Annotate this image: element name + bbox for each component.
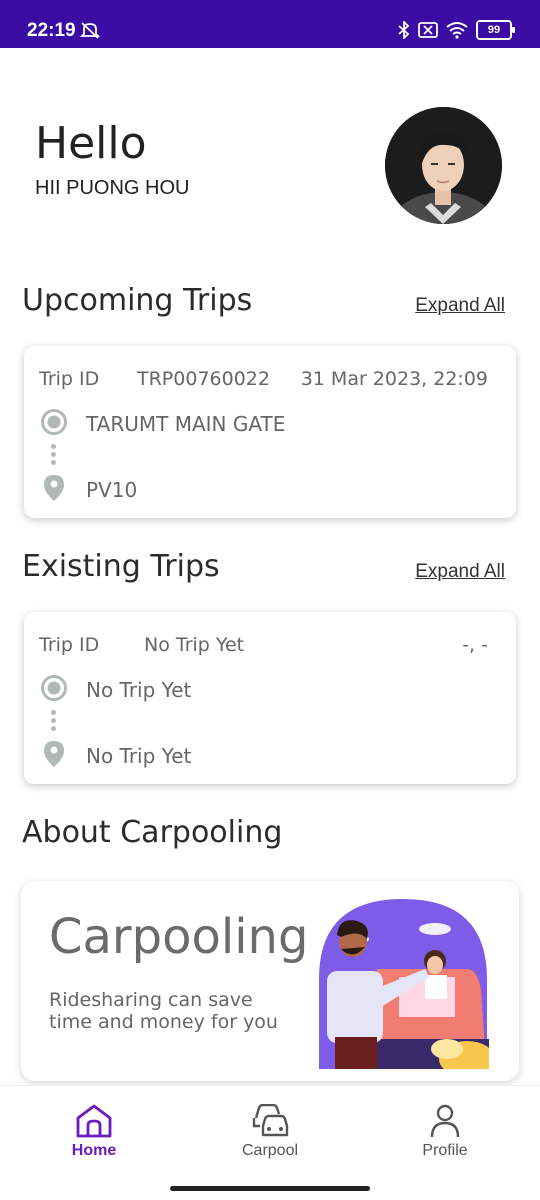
status-bar: 22:19 99 (0, 0, 540, 48)
nav-carpool[interactable]: Carpool (210, 1104, 330, 1160)
upcoming-trips-title: Upcoming Trips (22, 283, 253, 318)
battery-indicator: 99 (476, 20, 515, 40)
trip-id-label: Trip ID (39, 634, 100, 656)
sim-off-icon (418, 22, 438, 38)
bottom-navigation: Home Carpool Profile (0, 1085, 540, 1200)
trip-datetime: 31 Mar 2023, 22:09 (300, 368, 488, 390)
dropoff-location: PV10 (86, 478, 138, 502)
status-time: 22:19 (27, 20, 76, 41)
home-indicator[interactable] (170, 1186, 370, 1191)
existing-trip-card[interactable]: Trip ID No Trip Yet -, - No Trip Yet No … (24, 612, 516, 784)
home-icon (34, 1104, 154, 1138)
route-dots (51, 710, 57, 734)
avatar[interactable] (385, 107, 502, 224)
user-name: HII PUONG HOU (35, 177, 190, 199)
nav-profile-label: Profile (422, 1142, 468, 1159)
nav-home-label: Home (71, 1142, 117, 1159)
pickup-location: TARUMT MAIN GATE (86, 412, 286, 436)
bluetooth-icon (398, 21, 410, 39)
person-icon (385, 1104, 505, 1138)
pickup-location: No Trip Yet (86, 678, 192, 702)
mute-icon (79, 21, 101, 43)
upcoming-trip-card[interactable]: Trip ID TRP00760022 31 Mar 2023, 22:09 T… (24, 346, 516, 518)
upcoming-expand-all-link[interactable]: Expand All (415, 295, 505, 317)
trip-id-value: TRP00760022 (137, 368, 270, 390)
about-carpooling-title: About Carpooling (22, 815, 283, 850)
about-card-text: Ridesharing can save time and money for … (49, 989, 278, 1033)
nav-home[interactable]: Home (34, 1104, 154, 1160)
nav-profile[interactable]: Profile (385, 1104, 505, 1160)
trip-datetime: -, - (462, 634, 488, 656)
existing-trips-title: Existing Trips (22, 549, 220, 584)
pickup-radio-icon (40, 674, 68, 706)
nav-carpool-label: Carpool (241, 1142, 299, 1159)
route-dots (51, 444, 57, 468)
car-icon (210, 1104, 330, 1138)
dropoff-location: No Trip Yet (86, 744, 192, 768)
greeting: Hello (35, 118, 147, 169)
dropoff-pin-icon (43, 474, 65, 506)
trip-id-label: Trip ID (39, 368, 100, 390)
existing-expand-all-link[interactable]: Expand All (415, 561, 505, 583)
about-carpooling-card[interactable]: Carpooling Ridesharing can save time and… (21, 881, 519, 1081)
pickup-radio-icon (40, 408, 68, 440)
about-card-heading: Carpooling (49, 909, 309, 965)
trip-id-value: No Trip Yet (144, 634, 245, 656)
dropoff-pin-icon (43, 740, 65, 772)
carpool-illustration (317, 899, 495, 1077)
wifi-icon (446, 21, 468, 39)
